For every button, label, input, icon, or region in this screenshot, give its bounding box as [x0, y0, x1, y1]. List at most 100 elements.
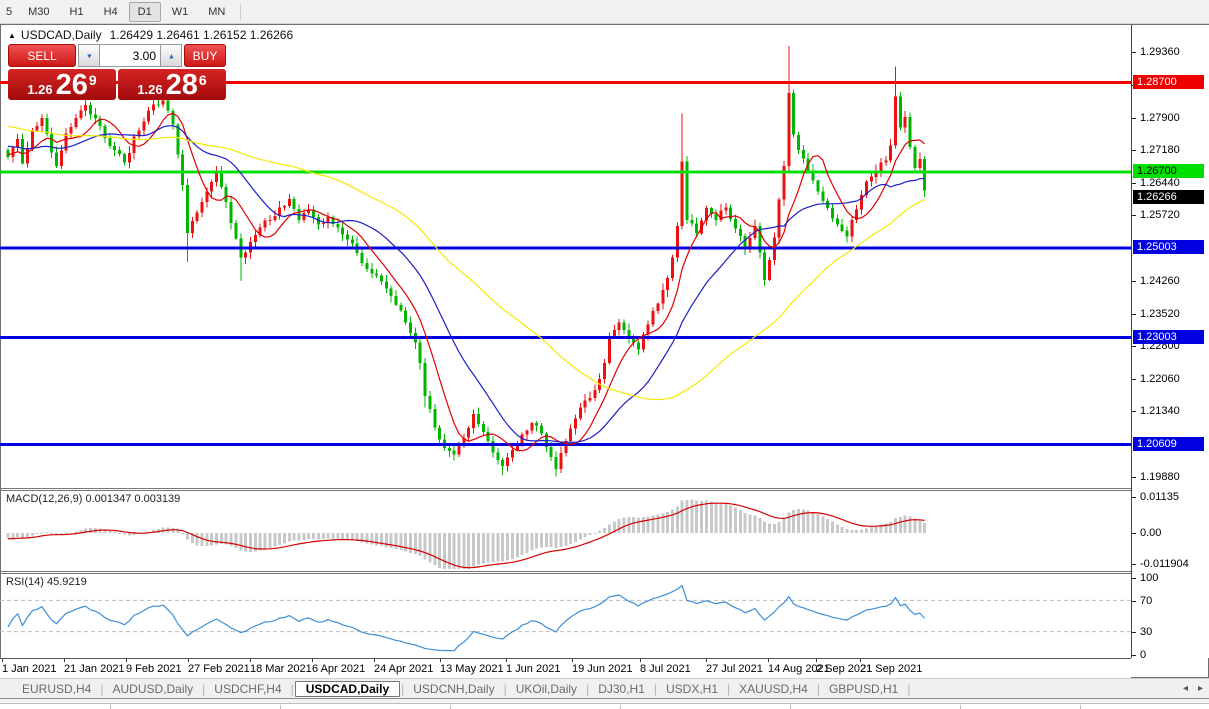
terminal-column-divider — [620, 705, 621, 709]
buy-price-big: 28 — [165, 69, 198, 101]
panel-splitter[interactable] — [0, 488, 1209, 489]
timeframe-button-m30[interactable]: M30 — [19, 2, 58, 22]
macd-axis-label: -0.011904 — [1140, 558, 1189, 570]
date-axis: 1 Jan 2021 21 Jan 2021 9 Feb 2021 27 Feb 20… — [0, 658, 1131, 678]
rsi-axis-tick — [1132, 578, 1136, 579]
one-click-collapse-icon[interactable]: ▲ — [8, 31, 16, 40]
date-axis-tick — [440, 659, 441, 662]
price-axis-tick-label: 1.22060 — [1140, 373, 1180, 385]
price-level-badge: 1.23003 — [1133, 330, 1204, 344]
date-axis-tick — [816, 659, 817, 662]
date-axis-tick — [64, 659, 65, 662]
buy-button[interactable]: BUY — [184, 44, 226, 67]
date-axis-tick — [188, 659, 189, 662]
timeframe-button-5[interactable]: 5 — [1, 2, 17, 22]
price-axis-tick-label: 1.27180 — [1140, 144, 1180, 156]
date-axis-label: 27 Jul 2021 — [706, 663, 763, 675]
chart-tab-ukoil-daily[interactable]: UKOil,Daily — [508, 681, 585, 697]
timeframe-button-h4[interactable]: H4 — [95, 2, 127, 22]
timeframe-button-mn[interactable]: MN — [199, 2, 234, 22]
timeframe-button-h1[interactable]: H1 — [61, 2, 93, 22]
panel-splitter[interactable] — [0, 571, 1209, 572]
macd-axis-label: 0.01135 — [1140, 491, 1179, 503]
buy-price-display[interactable]: 1.26 28 6 — [118, 69, 226, 100]
macd-axis-tick — [1132, 497, 1136, 498]
current-price-badge: 1.26266 — [1133, 190, 1204, 204]
terminal-column-divider — [450, 705, 451, 709]
tab-scroll-left-icon[interactable]: ◂ — [1183, 683, 1188, 694]
price-axis-tick-label: 1.25720 — [1140, 209, 1180, 221]
rsi-axis-label: 100 — [1140, 572, 1159, 584]
price-axis-tick — [1132, 314, 1136, 315]
terminal-panel-divider — [0, 703, 1209, 704]
price-axis-tick-label: 1.24260 — [1140, 275, 1180, 287]
date-axis-label: 1 Jun 2021 — [506, 663, 561, 675]
rsi-indicator-panel — [0, 574, 1131, 658]
chart-tab-usdcad-daily[interactable]: USDCAD,Daily — [294, 680, 401, 697]
price-axis: 1.293601.286401.279001.271801.264401.257… — [1131, 25, 1209, 661]
tab-separator: | — [907, 681, 911, 696]
price-axis-tick — [1132, 118, 1136, 119]
chart-tab-usdchf-h4[interactable]: USDCHF,H4 — [206, 681, 289, 697]
tab-separator: | — [653, 681, 657, 696]
chart-tab-audusd-daily[interactable]: AUDUSD,Daily — [104, 681, 201, 697]
chevron-down-icon: ▼ — [85, 51, 93, 60]
price-level-badge: 1.20609 — [1133, 437, 1204, 451]
chart-symbol-label: USDCAD,Daily — [20, 28, 102, 42]
terminal-column-divider — [1080, 705, 1081, 709]
buy-price-prefix: 1.26 — [137, 82, 163, 97]
price-axis-tick — [1132, 52, 1136, 53]
chart-tab-eurusd-h4[interactable]: EURUSD,H4 — [14, 681, 99, 697]
date-axis-tick — [2, 659, 3, 662]
chart-tab-dj30-h1[interactable]: DJ30,H1 — [590, 681, 653, 697]
date-axis-label: 6 Apr 2021 — [312, 663, 366, 675]
date-axis-label: 1 Jan 2021 — [2, 663, 57, 675]
date-axis-tick — [572, 659, 573, 662]
chart-tab-xauusd-h4[interactable]: XAUUSD,H4 — [731, 681, 816, 697]
date-axis-label: 21 Jan 2021 — [64, 663, 125, 675]
date-axis-label: 8 Jul 2021 — [640, 663, 691, 675]
date-axis-label: 9 Feb 2021 — [126, 663, 182, 675]
sell-price-display[interactable]: 1.26 26 9 — [8, 69, 116, 100]
price-axis-tick-label: 1.26440 — [1140, 177, 1180, 189]
price-axis-tick — [1132, 183, 1136, 184]
date-axis-tick — [374, 659, 375, 662]
date-axis-label: 13 May 2021 — [440, 663, 504, 675]
price-axis-tick — [1132, 281, 1136, 282]
date-axis-tick — [126, 659, 127, 662]
price-axis-tick — [1132, 477, 1136, 478]
tab-scroll-right-icon[interactable]: ▸ — [1198, 683, 1203, 694]
volume-decrease-button[interactable]: ▼ — [78, 44, 100, 67]
price-level-badge: 1.26700 — [1133, 164, 1204, 178]
price-axis-tick-label: 1.29360 — [1140, 46, 1180, 58]
tab-separator: | — [202, 681, 206, 696]
tab-separator: | — [100, 681, 104, 696]
volume-increase-button[interactable]: ▲ — [160, 44, 182, 67]
date-axis-label: 21 Sep 2021 — [860, 663, 923, 675]
timeframe-toolbar: 5 M30 H1 H4 D1 W1 MN — [0, 0, 1209, 24]
price-axis-tick-label: 1.19880 — [1140, 471, 1180, 483]
chart-tab-gbpusd-h1[interactable]: GBPUSD,H1 — [821, 681, 906, 697]
price-axis-tick — [1132, 346, 1136, 347]
date-axis-tick — [860, 659, 861, 662]
date-axis-tick — [640, 659, 641, 662]
terminal-column-divider — [790, 705, 791, 709]
date-axis-label: 18 Mar 2021 — [250, 663, 312, 675]
timeframe-button-w1[interactable]: W1 — [163, 2, 198, 22]
chart-tab-usdcnh-daily[interactable]: USDCNH,Daily — [405, 681, 502, 697]
chart-tab-usdx-h1[interactable]: USDX,H1 — [658, 681, 726, 697]
timeframe-button-d1[interactable]: D1 — [128, 1, 161, 22]
date-axis-tick — [768, 659, 769, 662]
macd-axis-tick — [1132, 533, 1136, 534]
date-axis-tick — [250, 659, 251, 662]
macd-label: MACD(12,26,9) 0.001347 0.003139 — [6, 493, 181, 505]
volume-input[interactable] — [100, 44, 160, 67]
one-click-trade-widget: SELL ▼ ▲ BUY 1.26269 1.26286 — [8, 44, 226, 100]
sell-button[interactable]: SELL — [8, 44, 76, 67]
tab-separator: | — [816, 681, 820, 696]
chart-title: ▲ USDCAD,Daily 1.26429 1.26461 1.26152 1.2… — [8, 28, 293, 42]
tab-separator: | — [401, 681, 405, 696]
chevron-up-icon: ▲ — [167, 51, 175, 60]
terminal-column-divider — [110, 705, 111, 709]
date-axis-label: 24 Apr 2021 — [374, 663, 434, 675]
